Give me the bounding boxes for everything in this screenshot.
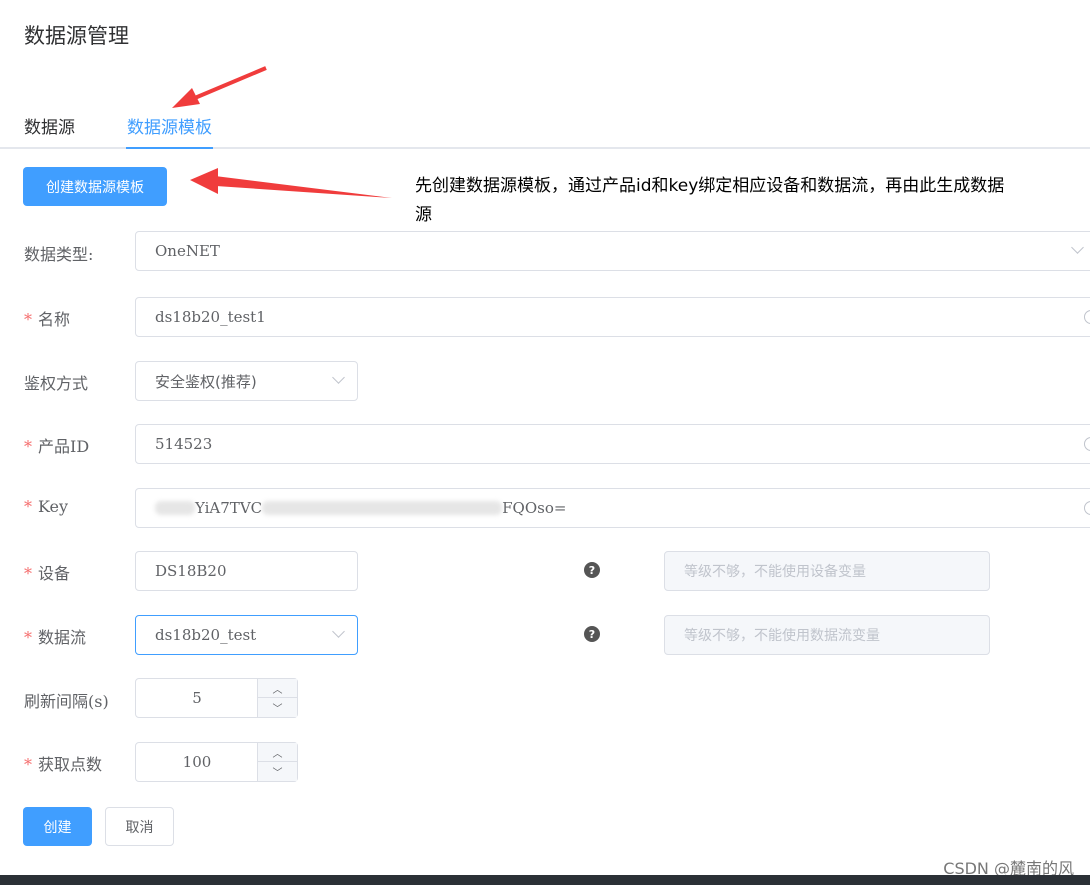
clear-icon[interactable] xyxy=(1084,437,1090,451)
points-stepper[interactable]: 100 ︿ ﹀ xyxy=(135,742,298,782)
tab-data-source-template[interactable]: 数据源模板 xyxy=(127,113,212,138)
device-input[interactable]: DS18B20 xyxy=(135,551,358,591)
tab-bar: 数据源 数据源模板 xyxy=(0,105,1090,149)
stream-variable-input: 等级不够，不能使用数据流变量 xyxy=(664,615,990,655)
increment-chevron-up-icon[interactable]: ︿ xyxy=(257,743,297,762)
chevron-down-icon xyxy=(1071,241,1084,254)
clear-icon[interactable] xyxy=(1084,501,1090,515)
data-type-label: 数据类型: xyxy=(24,245,94,264)
points-value[interactable]: 100 xyxy=(136,743,258,781)
points-label: * 获取点数 xyxy=(24,755,103,774)
redaction-blur xyxy=(155,501,195,515)
data-type-value: OneNET xyxy=(155,242,220,260)
product-id-label: * 产品ID xyxy=(24,437,90,456)
key-label: * Key xyxy=(24,497,69,516)
auth-label: 鉴权方式 xyxy=(24,374,89,393)
name-label: * 名称 xyxy=(24,310,71,329)
annotation-text: 先创建数据源模板，通过产品id和key绑定相应设备和数据流，再由此生成数据源 xyxy=(415,176,1005,225)
device-label: * 设备 xyxy=(24,564,71,583)
device-variable-input: 等级不够，不能使用设备变量 xyxy=(664,551,990,591)
decrement-chevron-down-icon[interactable]: ﹀ xyxy=(257,762,297,781)
taskbar xyxy=(0,875,1090,885)
product-id-input[interactable]: 514523 xyxy=(135,424,1090,464)
refresh-stepper[interactable]: 5 ︿ ﹀ xyxy=(135,678,298,718)
arrow-to-tab-icon xyxy=(172,66,267,108)
help-icon[interactable]: ? xyxy=(584,562,600,578)
decrement-chevron-down-icon[interactable]: ﹀ xyxy=(257,698,297,717)
active-tab-indicator xyxy=(126,147,213,149)
help-icon[interactable]: ? xyxy=(584,626,600,642)
data-type-select[interactable]: OneNET xyxy=(135,231,1090,271)
key-input[interactable]: YiA7TVC FQOso= xyxy=(135,488,1090,528)
cancel-button[interactable]: 取消 xyxy=(105,807,174,846)
create-template-button[interactable]: 创建数据源模板 xyxy=(23,167,167,206)
chevron-down-icon xyxy=(332,625,345,638)
stream-label: * 数据流 xyxy=(24,628,87,647)
redaction-blur xyxy=(262,501,503,515)
stream-select[interactable]: ds18b20_test xyxy=(135,615,358,655)
refresh-value[interactable]: 5 xyxy=(136,679,258,717)
clear-icon[interactable] xyxy=(1084,310,1090,324)
name-input[interactable]: ds18b20_test1 xyxy=(135,297,1090,337)
tab-data-source[interactable]: 数据源 xyxy=(24,113,75,138)
increment-chevron-up-icon[interactable]: ︿ xyxy=(257,679,297,698)
refresh-label: 刷新间隔(s) xyxy=(24,692,109,711)
auth-select[interactable]: 安全鉴权(推荐) xyxy=(135,361,358,401)
chevron-down-icon xyxy=(332,371,345,384)
create-button[interactable]: 创建 xyxy=(23,807,92,846)
arrow-to-button-icon xyxy=(190,168,392,198)
